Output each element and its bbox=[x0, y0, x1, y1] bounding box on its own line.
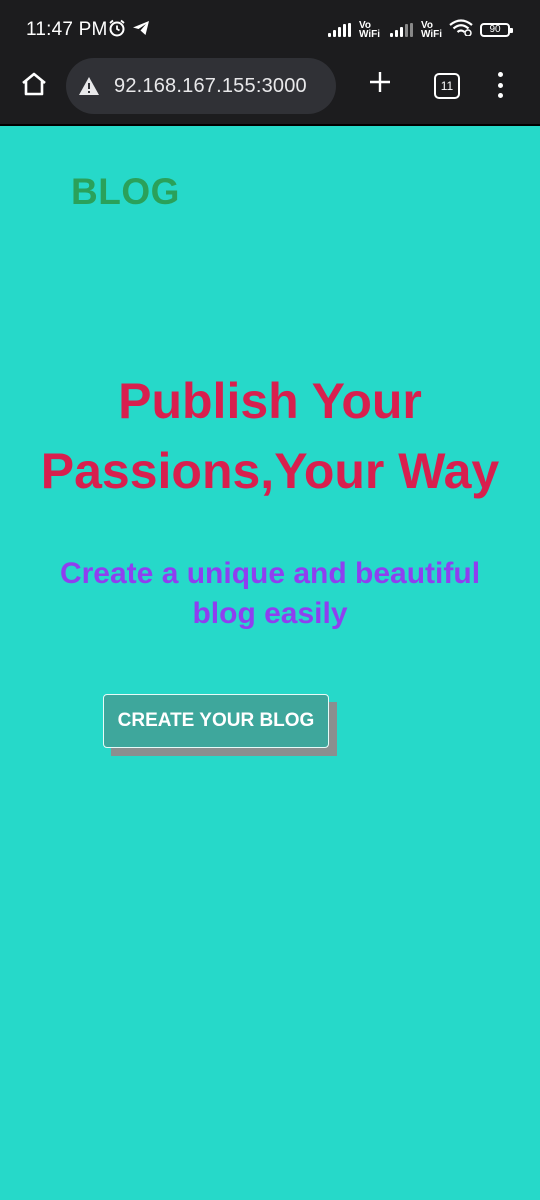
status-bar: 11:47 PM Vo WiFi Vo WiFi 90 bbox=[0, 0, 540, 58]
signal-strength-icon bbox=[327, 22, 351, 37]
more-vert-icon[interactable] bbox=[492, 72, 508, 98]
home-button[interactable] bbox=[18, 70, 50, 102]
status-time: 11:47 PM bbox=[26, 19, 108, 40]
status-left-icons bbox=[108, 19, 150, 42]
site-logo[interactable]: BLOG bbox=[71, 171, 180, 213]
status-right-icons: Vo WiFi Vo WiFi 90 bbox=[327, 18, 513, 41]
hero-title-line: Publish Your bbox=[118, 373, 422, 429]
page-content: BLOG Publish Your Passions,Your Way Crea… bbox=[0, 126, 540, 1200]
browser-toolbar: 92.168.167.155:3000 11 bbox=[0, 58, 540, 126]
vowifi-indicator: Vo WiFi bbox=[358, 19, 380, 40]
new-tab-button[interactable] bbox=[366, 70, 394, 98]
alarm-icon bbox=[108, 19, 126, 42]
wifi-icon bbox=[448, 18, 474, 41]
url-text: 92.168.167.155:3000 bbox=[114, 74, 307, 97]
home-icon bbox=[20, 71, 48, 102]
tab-switcher-button[interactable]: 11 bbox=[434, 73, 460, 99]
signal-strength-icon bbox=[389, 22, 413, 37]
hero-subtitle: Create a unique and beautiful blog easil… bbox=[20, 554, 520, 634]
create-your-blog-button[interactable]: CREATE YOUR BLOG bbox=[103, 694, 329, 748]
vowifi-indicator: Vo WiFi bbox=[420, 19, 442, 40]
not-secure-warning-icon[interactable] bbox=[78, 75, 100, 97]
cta-container: CREATE YOUR BLOG bbox=[103, 694, 337, 756]
address-bar[interactable]: 92.168.167.155:3000 bbox=[66, 58, 336, 114]
hero-subtitle-line: blog easily bbox=[192, 597, 348, 630]
telegram-icon bbox=[132, 20, 150, 41]
hero-title: Publish Your Passions,Your Way bbox=[0, 366, 540, 506]
battery-icon: 90 bbox=[480, 22, 513, 37]
hero-title-line: Passions,Your Way bbox=[40, 443, 500, 499]
plus-icon bbox=[368, 70, 392, 99]
hero-subtitle-line: Create a unique and beautiful bbox=[59, 557, 481, 590]
